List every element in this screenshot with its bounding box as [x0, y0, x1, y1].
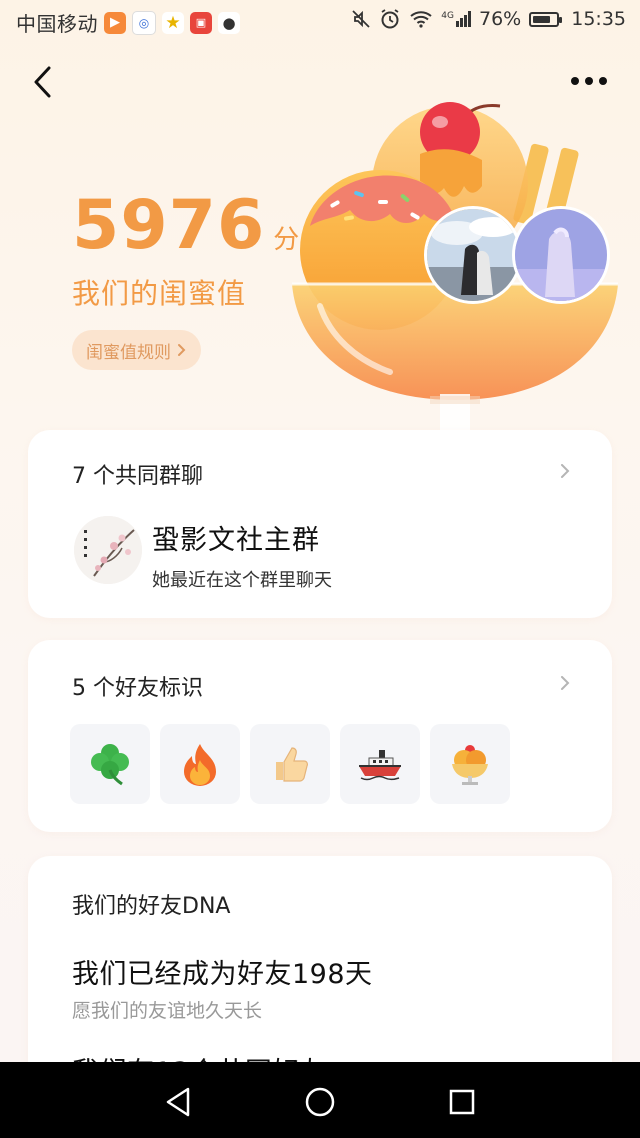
status-bar: 中国移动 ▶ ◎ ★ ▣ ● 4G 76% 15:35 — [0, 0, 640, 44]
bestie-score: 5976 — [72, 186, 266, 265]
status-right: 4G 76% 15:35 — [351, 8, 626, 30]
badge-fire[interactable] — [160, 724, 240, 804]
back-arrow-icon — [34, 66, 51, 98]
avatar-me[interactable] — [512, 206, 610, 304]
group-name: 蛩影文社主群 — [152, 525, 320, 556]
network-type: 4G — [441, 11, 454, 21]
badge-sundae[interactable] — [430, 724, 510, 804]
photo-couple-icon — [427, 209, 519, 301]
chevron-right-icon — [178, 344, 186, 356]
photo-statue-icon — [515, 209, 607, 301]
more-button[interactable] — [564, 66, 614, 96]
avatar-friend[interactable] — [424, 206, 522, 304]
mute-icon — [352, 10, 370, 28]
recents-square-icon — [449, 1089, 475, 1115]
badge-thumbs-up[interactable] — [250, 724, 330, 804]
signal-icon: 4G — [441, 11, 471, 27]
clock-time: 15:35 — [571, 8, 626, 30]
fire-icon — [184, 744, 216, 786]
badge-row — [70, 724, 510, 804]
score-display: 5976 分 — [72, 186, 299, 265]
nav-recents-button[interactable] — [442, 1082, 482, 1122]
chevron-right-icon — [561, 464, 570, 478]
friend-dna-title: 我们的好友DNA — [72, 894, 231, 919]
friendship-wish-text: 愿我们的友谊地久天长 — [72, 1000, 263, 1022]
video-app-icon: ▶ — [104, 11, 126, 34]
system-nav-bar — [0, 1062, 640, 1138]
bestie-rules-button[interactable]: 闺蜜值规则 — [72, 330, 201, 370]
bank-app-icon: ◎ — [132, 10, 156, 35]
red-app-icon: ▣ — [190, 11, 212, 34]
back-triangle-icon — [166, 1087, 190, 1117]
alarm-icon — [381, 9, 399, 29]
back-button[interactable] — [22, 60, 62, 104]
wifi-icon — [410, 11, 432, 28]
sundae-icon — [452, 745, 488, 785]
clover-icon — [91, 744, 129, 786]
group-description: 她最近在这个群里聊天 — [152, 570, 332, 591]
group-avatar[interactable] — [74, 516, 142, 584]
badge-ship[interactable] — [340, 724, 420, 804]
plum-blossom-icon — [74, 516, 142, 584]
battery-icon — [529, 11, 563, 27]
common-groups-title: 7 个共同群聊 — [72, 464, 203, 489]
more-dots-icon — [571, 77, 579, 85]
friend-badges-card[interactable]: 5 个好友标识 — [28, 640, 612, 832]
pet-app-icon: ● — [218, 11, 240, 34]
carrier-name: 中国移动 — [16, 12, 98, 36]
badge-clover[interactable] — [70, 724, 150, 804]
friend-badges-title: 5 个好友标识 — [72, 676, 203, 701]
common-groups-card[interactable]: 7 个共同群聊 蛩影文社主群 她最近在这个群里聊天 — [28, 430, 612, 618]
nav-back-button[interactable] — [158, 1082, 198, 1122]
ship-icon — [359, 750, 401, 781]
bestie-value-label: 我们的闺蜜值 — [72, 277, 247, 310]
rules-button-label: 闺蜜值规则 — [86, 342, 171, 363]
battery-level — [533, 15, 550, 23]
chevron-right-icon — [561, 676, 570, 690]
star-app-icon: ★ — [162, 11, 184, 34]
home-circle-icon — [305, 1087, 335, 1117]
thumbs-up-icon — [276, 747, 308, 782]
nav-home-button[interactable] — [300, 1082, 340, 1122]
status-left: 中国移动 ▶ ◎ ★ ▣ ● — [16, 8, 240, 37]
battery-percent: 76% — [479, 8, 522, 30]
friend-days-text: 我们已经成为好友198天 — [72, 959, 373, 990]
